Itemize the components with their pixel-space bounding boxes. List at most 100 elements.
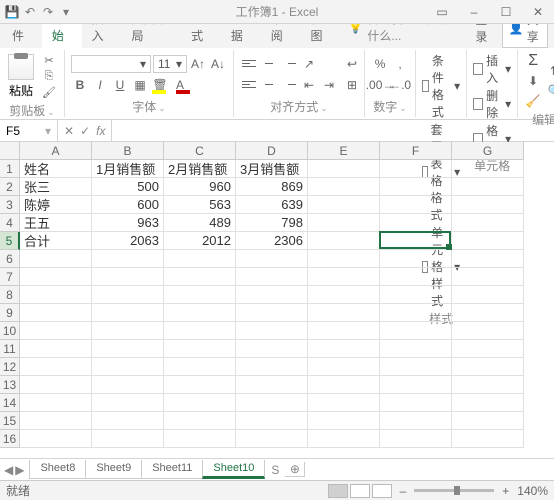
cell[interactable]: 798 bbox=[236, 214, 308, 232]
align-left-icon[interactable] bbox=[240, 76, 258, 92]
number-format-icon[interactable]: % bbox=[371, 55, 389, 73]
zoom-slider[interactable] bbox=[414, 489, 494, 492]
cell[interactable]: 姓名 bbox=[20, 160, 92, 178]
fill-color-button[interactable]: 🗑 bbox=[151, 76, 169, 94]
align-right-icon[interactable] bbox=[280, 76, 298, 92]
cell[interactable]: 563 bbox=[164, 196, 236, 214]
column-header[interactable]: G bbox=[452, 142, 524, 160]
cell[interactable] bbox=[20, 394, 92, 412]
cell[interactable] bbox=[380, 250, 452, 268]
name-box-dropdown-icon[interactable]: ▾ bbox=[45, 124, 51, 138]
cell[interactable] bbox=[164, 286, 236, 304]
view-normal-icon[interactable] bbox=[328, 484, 348, 498]
cell[interactable] bbox=[452, 322, 524, 340]
autosum-icon[interactable]: Σ bbox=[528, 52, 538, 70]
cell[interactable] bbox=[236, 268, 308, 286]
cell[interactable] bbox=[20, 430, 92, 448]
cell[interactable] bbox=[236, 376, 308, 394]
wrap-text-icon[interactable]: ↩ bbox=[346, 55, 358, 73]
save-icon[interactable]: 💾 bbox=[4, 4, 20, 20]
cell[interactable] bbox=[164, 268, 236, 286]
row-header[interactable]: 9 bbox=[0, 304, 20, 322]
name-box[interactable]: ▾ bbox=[0, 120, 58, 141]
cell[interactable] bbox=[452, 430, 524, 448]
cell[interactable] bbox=[452, 358, 524, 376]
ribbon-options-icon[interactable]: ▭ bbox=[428, 4, 456, 20]
cell[interactable] bbox=[308, 196, 380, 214]
cell[interactable] bbox=[92, 340, 164, 358]
cell[interactable] bbox=[236, 250, 308, 268]
cell[interactable] bbox=[380, 340, 452, 358]
cell[interactable] bbox=[380, 358, 452, 376]
cell[interactable]: 500 bbox=[92, 178, 164, 196]
cell[interactable] bbox=[236, 358, 308, 376]
cell[interactable]: 489 bbox=[164, 214, 236, 232]
cell[interactable] bbox=[308, 304, 380, 322]
maximize-icon[interactable]: ☐ bbox=[492, 4, 520, 20]
cell[interactable] bbox=[92, 286, 164, 304]
cell[interactable]: 600 bbox=[92, 196, 164, 214]
bold-button[interactable]: B bbox=[71, 76, 89, 94]
cell[interactable]: 合计 bbox=[20, 232, 92, 250]
row-header[interactable]: 15 bbox=[0, 412, 20, 430]
cell[interactable] bbox=[452, 196, 524, 214]
sort-filter-icon[interactable]: ⇅ bbox=[546, 62, 554, 80]
cell[interactable]: 张三 bbox=[20, 178, 92, 196]
cell[interactable] bbox=[164, 304, 236, 322]
cell[interactable] bbox=[380, 160, 452, 178]
column-header[interactable]: B bbox=[92, 142, 164, 160]
cell[interactable]: 963 bbox=[92, 214, 164, 232]
cell[interactable] bbox=[308, 250, 380, 268]
cell[interactable] bbox=[236, 340, 308, 358]
align-center-icon[interactable] bbox=[260, 76, 278, 92]
cell[interactable]: 3月销售额 bbox=[236, 160, 308, 178]
cell[interactable] bbox=[308, 214, 380, 232]
cell[interactable] bbox=[20, 286, 92, 304]
select-all-corner[interactable] bbox=[0, 142, 20, 160]
cell[interactable] bbox=[236, 430, 308, 448]
cell[interactable] bbox=[452, 376, 524, 394]
cell[interactable] bbox=[380, 394, 452, 412]
undo-icon[interactable]: ↶ bbox=[22, 4, 38, 20]
cell[interactable] bbox=[20, 376, 92, 394]
sheet-tab[interactable]: Sheet8 bbox=[29, 460, 86, 479]
cell[interactable]: 639 bbox=[236, 196, 308, 214]
cell[interactable] bbox=[236, 286, 308, 304]
cell[interactable]: 960 bbox=[164, 178, 236, 196]
cell[interactable] bbox=[380, 412, 452, 430]
cell[interactable]: 2月销售额 bbox=[164, 160, 236, 178]
cell[interactable]: 陈婷 bbox=[20, 196, 92, 214]
qat-dropdown-icon[interactable]: ▾ bbox=[58, 4, 74, 20]
cell[interactable] bbox=[308, 322, 380, 340]
cell[interactable]: 2306 bbox=[236, 232, 308, 250]
cell[interactable] bbox=[236, 304, 308, 322]
font-size-combo[interactable]: 11▾ bbox=[153, 55, 187, 73]
cell[interactable] bbox=[308, 430, 380, 448]
worksheet[interactable]: ABCDEFG1姓名1月销售额2月销售额3月销售额2张三5009608693陈婷… bbox=[0, 142, 554, 458]
border-button[interactable]: ▦ bbox=[131, 76, 149, 94]
row-header[interactable]: 5 bbox=[0, 232, 20, 250]
cell[interactable]: 王五 bbox=[20, 214, 92, 232]
conditional-format-button[interactable]: 条件格式▾ bbox=[422, 52, 460, 120]
copy-icon[interactable]: ⎘ bbox=[40, 70, 58, 84]
row-header[interactable]: 12 bbox=[0, 358, 20, 376]
format-painter-icon[interactable]: 🖌 bbox=[40, 86, 58, 100]
cell[interactable]: 2063 bbox=[92, 232, 164, 250]
cell[interactable] bbox=[380, 214, 452, 232]
column-header[interactable]: F bbox=[380, 142, 452, 160]
cell[interactable]: 2012 bbox=[164, 232, 236, 250]
font-color-button[interactable]: A bbox=[171, 76, 189, 94]
cell[interactable] bbox=[308, 376, 380, 394]
cell[interactable] bbox=[20, 268, 92, 286]
align-middle-icon[interactable] bbox=[260, 55, 278, 71]
view-page-layout-icon[interactable] bbox=[350, 484, 370, 498]
cell[interactable] bbox=[308, 358, 380, 376]
decrease-indent-icon[interactable]: ⇤ bbox=[300, 76, 318, 94]
column-header[interactable]: D bbox=[236, 142, 308, 160]
align-bottom-icon[interactable] bbox=[280, 55, 298, 71]
cell[interactable] bbox=[380, 322, 452, 340]
cut-icon[interactable]: ✂ bbox=[40, 54, 58, 68]
cell[interactable] bbox=[380, 196, 452, 214]
redo-icon[interactable]: ↷ bbox=[40, 4, 56, 20]
font-family-combo[interactable]: ▾ bbox=[71, 55, 151, 73]
